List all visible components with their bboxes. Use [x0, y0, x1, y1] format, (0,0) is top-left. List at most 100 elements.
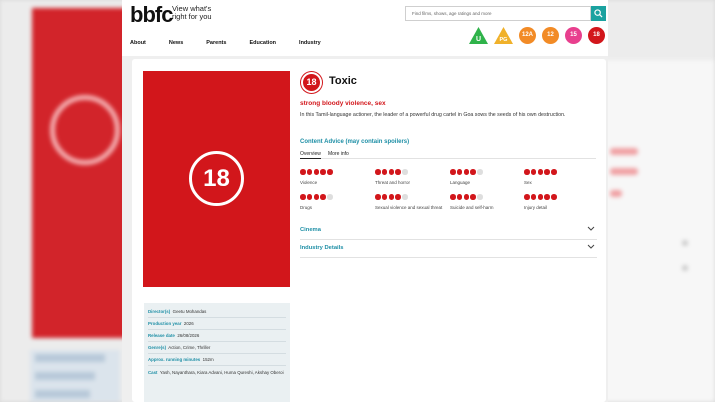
severity-dot [402, 169, 408, 175]
severity-dot [456, 194, 463, 200]
film-title: Toxic [329, 75, 357, 87]
issue-label: Sex [524, 180, 532, 185]
accordion-industry-details[interactable]: Industry Details [300, 242, 597, 258]
severity-dot [450, 194, 456, 200]
detail-divider [148, 341, 286, 342]
severity-dot [381, 169, 388, 175]
content-issue: Threat and horror [375, 169, 445, 186]
severity-dot [313, 194, 320, 200]
nav-industry[interactable]: Industry [299, 40, 321, 46]
detail-director: Director(s) Geetu Mohandas [148, 309, 207, 314]
search-input[interactable]: Find films, shows, age ratings and more [405, 6, 591, 21]
bg-dot [682, 240, 688, 246]
issue-label: Language [450, 180, 471, 185]
content-issue: Injury detail [524, 194, 594, 211]
content-issue: Drugs [300, 194, 370, 211]
bg-card [600, 60, 715, 402]
rating-18-icon[interactable]: 18 [588, 27, 605, 44]
severity-dot [477, 194, 483, 200]
severity-dot [320, 169, 326, 175]
nav-about[interactable]: About [130, 40, 146, 46]
nav-education[interactable]: Education [249, 40, 276, 46]
rating-12-icon[interactable]: 12 [542, 27, 559, 44]
bg-bar [610, 168, 638, 175]
severity-dot [300, 194, 306, 200]
severity-dots [300, 169, 370, 175]
film-synopsis: In this Tamil-language actioner, the lea… [300, 112, 566, 118]
issue-label: Injury detail [524, 205, 548, 210]
detail-release-date: Release date 26/08/2026 [148, 333, 200, 338]
film-card: 18 18 Toxic strong bloody violence, sex … [132, 59, 606, 402]
bg-bar [610, 190, 622, 197]
site-header: bbfc View what's right for you Find film… [122, 0, 608, 56]
severity-dot [306, 194, 313, 200]
bg-poster [32, 8, 132, 338]
issue-label: Sexual violence and sexual threat [375, 205, 443, 210]
rating-badge: 18 [301, 72, 322, 93]
detail-divider [148, 353, 286, 354]
accordion-cinema-label: Cinema [300, 227, 321, 233]
main-nav: About News Parents Education Industry [130, 40, 344, 46]
severity-dot [456, 169, 463, 175]
issue-label: Violence [300, 180, 318, 185]
severity-dot [313, 169, 320, 175]
bbfc-logo[interactable]: bbfc [130, 2, 173, 28]
severity-dots [524, 194, 594, 200]
severity-dot [544, 194, 550, 200]
detail-cast: Cast Yash, Nayanthara, Kiara Advani, Hum… [148, 370, 284, 375]
tab-overview[interactable]: Overview [300, 151, 321, 159]
detail-divider [148, 365, 286, 366]
rating-15-icon[interactable]: 15 [565, 27, 582, 44]
poster-rating-symbol: 18 [189, 151, 244, 206]
severity-dot [381, 194, 388, 200]
severity-dot [395, 169, 401, 175]
content-issue: Sexual violence and sexual threat [375, 194, 445, 211]
severity-dot [524, 194, 530, 200]
severity-dot [300, 169, 306, 175]
detail-running-time: Approx. running minutes 152m [148, 357, 214, 362]
rating-12a-icon[interactable]: 12A [519, 27, 536, 44]
severity-dot [450, 169, 456, 175]
film-poster: 18 [143, 71, 290, 287]
severity-dot [306, 169, 313, 175]
rating-pg-icon[interactable]: PG [494, 27, 513, 45]
tab-more-info[interactable]: More info [328, 151, 349, 157]
chevron-down-icon [587, 244, 595, 249]
nav-news[interactable]: News [169, 40, 183, 46]
severity-dot [375, 169, 381, 175]
severity-dots [300, 194, 370, 200]
severity-dots [450, 169, 520, 175]
rating-u-icon[interactable]: U [469, 27, 488, 45]
content-advice-heading: Content Advice (may contain spoilers) [300, 139, 410, 145]
detail-divider [148, 329, 286, 330]
bg-line [35, 372, 95, 380]
severity-dot [524, 169, 530, 175]
nav-parents[interactable]: Parents [206, 40, 226, 46]
tagline: View what's right for you [172, 4, 212, 21]
accordion-cinema[interactable]: Cinema [300, 224, 597, 240]
detail-genres: Genre(s) Action, Crime, Thriller [148, 345, 211, 350]
severity-dots [524, 169, 594, 175]
severity-dot [544, 169, 550, 175]
rating-pg-label: PG [500, 37, 508, 43]
bg-dot [682, 265, 688, 271]
severity-dot [327, 169, 333, 175]
severity-dot [530, 194, 537, 200]
severity-dots [375, 194, 445, 200]
severity-dot [537, 169, 544, 175]
severity-dot [537, 194, 544, 200]
severity-dot [388, 194, 395, 200]
bbfc-page: bbfc View what's right for you Find film… [122, 0, 608, 402]
bg-line [35, 354, 105, 362]
severity-dot [327, 194, 333, 200]
content-advice-tabs: Overview More info [300, 151, 596, 159]
severity-dots [375, 169, 445, 175]
content-issue: Violence [300, 169, 370, 186]
severity-dot [463, 194, 470, 200]
content-issue: Suicide and self-harm [450, 194, 520, 211]
search-button[interactable] [591, 6, 606, 21]
severity-dot [470, 194, 476, 200]
severity-dot [388, 169, 395, 175]
issue-label: Suicide and self-harm [450, 205, 494, 210]
severity-dot [395, 194, 401, 200]
